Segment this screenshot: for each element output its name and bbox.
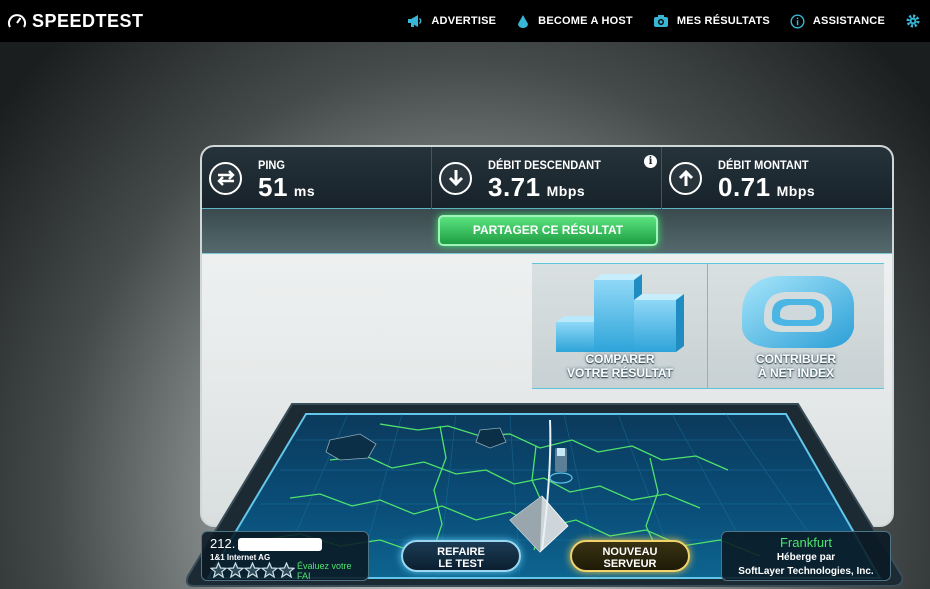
- server-city: Frankfurt: [779, 535, 832, 550]
- compare-tile-line1: COMPARER: [585, 352, 655, 366]
- ping-value-group: 51 ms: [258, 172, 315, 203]
- download-metric: DÉBIT DESCENDANT 3.71 Mbps i: [432, 147, 662, 209]
- nav-become-a-host-label: BECOME A HOST: [538, 15, 633, 27]
- download-value: 3.71: [488, 172, 541, 202]
- net-index-tile-line1: CONTRIBUER: [756, 352, 836, 366]
- net-index-tile[interactable]: CONTRIBUER À NET INDEX: [708, 264, 884, 388]
- compare-tile-label: COMPARER VOTRE RÉSULTAT: [532, 352, 708, 380]
- nav-advertise-label: ADVERTISE: [431, 15, 497, 27]
- new-server-line2: SERVEUR: [603, 558, 657, 570]
- ip-redaction: [238, 538, 322, 551]
- nav-mes-resultats[interactable]: MES RÉSULTATS: [653, 14, 770, 28]
- upload-value-group: 0.71 Mbps: [718, 172, 815, 203]
- server-host-line2: SoftLayer Technologies, Inc.: [738, 566, 874, 577]
- ping-value: 51: [258, 172, 288, 202]
- retest-button[interactable]: REFAIRE LE TEST: [401, 540, 521, 572]
- top-bar: SPEEDTEST ADVERTISE BECOME A HOST MES RÉ…: [0, 0, 930, 42]
- compare-result-tile[interactable]: COMPARER VOTRE RÉSULTAT: [532, 264, 708, 388]
- nav-assistance[interactable]: ASSISTANCE: [790, 13, 885, 29]
- feature-tiles: COMPARER VOTRE RÉSULTAT CONTRIBUER À NET…: [532, 263, 884, 389]
- ping-unit: ms: [293, 183, 316, 199]
- client-isp: 1&1 Internet AG: [210, 553, 271, 562]
- ping-icon: [209, 161, 242, 195]
- star-icon[interactable]: [260, 561, 279, 583]
- upload-unit: Mbps: [776, 183, 816, 199]
- speedtest-logo[interactable]: SPEEDTEST: [7, 11, 144, 32]
- client-info-box: 212. 1&1 Internet AG Évaluez votre FAI: [201, 531, 369, 581]
- nav-become-a-host[interactable]: BECOME A HOST: [516, 14, 633, 28]
- share-band: PARTAGER CE RÉSULTAT: [202, 209, 892, 254]
- server-info-box: Frankfurt Héberge par SoftLayer Technolo…: [721, 531, 891, 581]
- nav-mes-resultats-label: MES RÉSULTATS: [676, 15, 770, 27]
- download-label: DÉBIT DESCENDANT: [488, 158, 601, 172]
- brand-name: SPEEDTEST: [32, 10, 144, 31]
- net-index-tile-label: CONTRIBUER À NET INDEX: [708, 352, 884, 380]
- download-unit: Mbps: [546, 183, 586, 199]
- client-ip: 212.: [210, 536, 236, 551]
- download-value-group: 3.71 Mbps: [488, 172, 585, 203]
- info-icon[interactable]: i: [644, 155, 657, 168]
- results-row: PING 51 ms DÉBIT DESCENDANT 3.71 Mbps i DÉ…: [202, 147, 892, 209]
- star-icon[interactable]: [226, 561, 245, 583]
- new-server-button[interactable]: NOUVEAU SERVEUR: [570, 540, 690, 572]
- upload-arrow-icon: [669, 161, 702, 195]
- top-nav: ADVERTISE BECOME A HOST MES RÉSULTATS AS…: [407, 0, 930, 42]
- nav-advertise[interactable]: ADVERTISE: [407, 14, 496, 28]
- nav-assistance-label: ASSISTANCE: [812, 15, 885, 27]
- share-result-button[interactable]: PARTAGER CE RÉSULTAT: [438, 215, 658, 246]
- drop-icon: [516, 14, 530, 28]
- server-host-line1: Héberge par: [776, 552, 836, 563]
- retest-line2: LE TEST: [438, 558, 484, 570]
- compare-tile-line2: VOTRE RÉSULTAT: [567, 366, 673, 380]
- star-icon[interactable]: [243, 561, 262, 583]
- megaphone-icon: [407, 14, 423, 28]
- gear-icon[interactable]: [905, 13, 921, 29]
- download-arrow-icon: [439, 161, 472, 195]
- star-icon[interactable]: [277, 561, 296, 583]
- star-icon[interactable]: [209, 561, 228, 583]
- rate-isp-text[interactable]: Évaluez votre FAI: [297, 561, 367, 581]
- retest-line1: REFAIRE: [437, 546, 485, 558]
- isp-rating-stars[interactable]: [209, 561, 296, 583]
- ping-label: PING: [258, 158, 285, 172]
- net-index-tile-line2: À NET INDEX: [757, 366, 834, 380]
- net-index-icon: [742, 276, 854, 348]
- new-server-line1: NOUVEAU: [602, 546, 658, 558]
- gauge-icon: [7, 12, 27, 30]
- upload-label: DÉBIT MONTANT: [718, 158, 809, 172]
- camera-icon: [653, 14, 669, 28]
- info-circle-icon: [790, 13, 805, 29]
- upload-metric: DÉBIT MONTANT 0.71 Mbps: [662, 147, 892, 209]
- bar-chart-icon: [556, 274, 684, 352]
- ping-metric: PING 51 ms: [202, 147, 432, 209]
- upload-value: 0.71: [718, 172, 771, 202]
